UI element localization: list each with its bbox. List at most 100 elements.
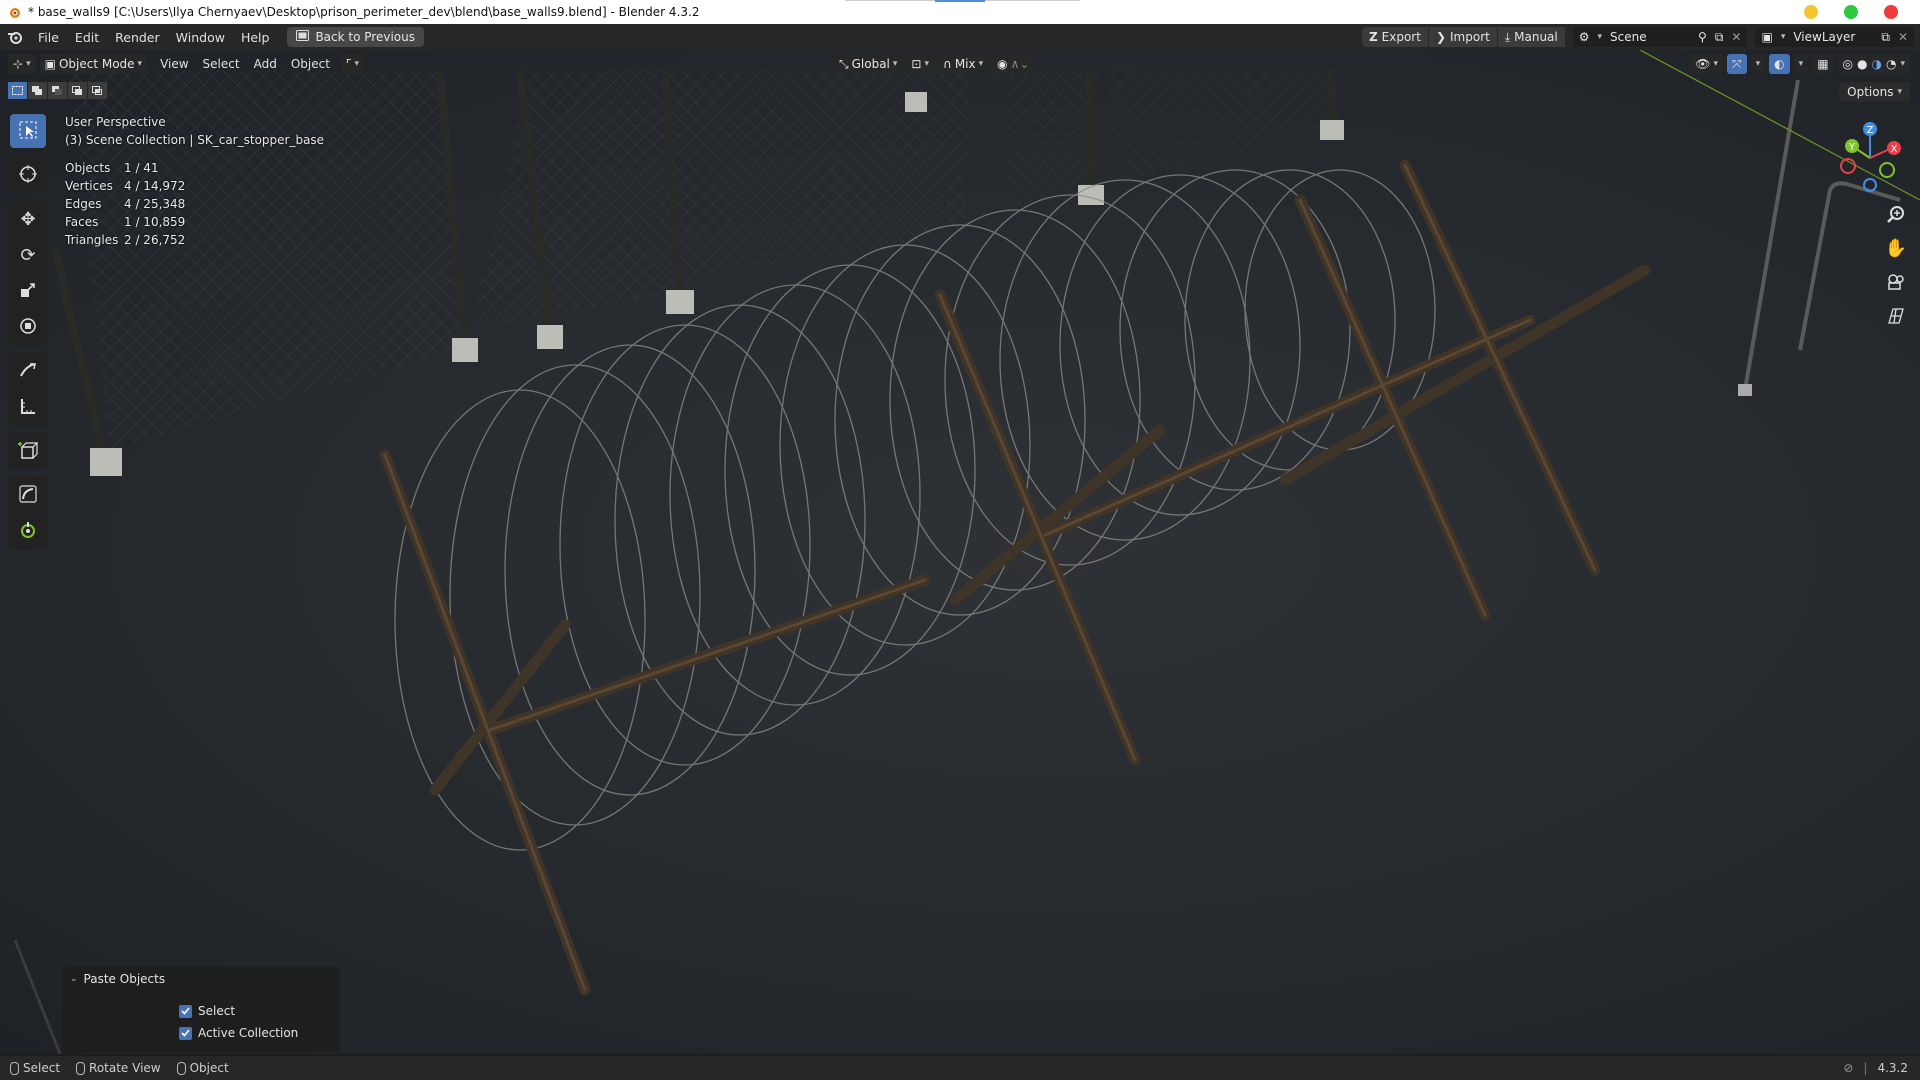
mouse-middle-icon	[76, 1061, 86, 1075]
scale-icon	[19, 281, 37, 302]
tool-shelf: ✥ ⟳	[8, 112, 48, 554]
chevron-down-icon: ▾	[924, 59, 930, 69]
custom-tool-1[interactable]	[10, 478, 46, 512]
new-scene-icon[interactable]: ⧉	[1715, 30, 1724, 45]
status-object-label: Object	[189, 1061, 229, 1075]
orthographic-grid-icon[interactable]	[1882, 302, 1910, 330]
move-tool[interactable]: ✥	[10, 202, 46, 236]
menu-edit[interactable]: Edit	[67, 30, 107, 45]
snap-selector[interactable]: ∩ Mix ▾	[938, 54, 989, 74]
gizmo-toggle[interactable]: ⤧	[1727, 54, 1747, 74]
stat-label: Objects	[65, 161, 111, 175]
select-subtract-icon[interactable]	[48, 82, 67, 99]
ruler-icon	[19, 397, 37, 418]
remove-viewlayer-icon[interactable]: ✕	[1898, 30, 1908, 44]
orientation-icon: ⤡	[839, 56, 849, 71]
select-new-icon[interactable]	[8, 82, 27, 99]
proportional-editing-toggle[interactable]: ◉ ∧⌄	[992, 54, 1035, 74]
chevron-down-icon: ▾	[1597, 32, 1603, 42]
pan-hand-icon[interactable]: ✋	[1882, 234, 1910, 262]
stat-value: 4 / 14,972	[124, 179, 186, 193]
manual-button[interactable]: ⤓ Manual	[1497, 27, 1565, 47]
add-cube-icon	[18, 440, 39, 463]
select-extend-icon[interactable]	[28, 82, 47, 99]
collection-label: (3) Scene Collection | SK_car_stopper_ba…	[65, 133, 325, 147]
export-button[interactable]: Z Export	[1361, 27, 1428, 47]
orientation-selector[interactable]: ⤡ Global ▾	[834, 54, 903, 74]
menu-object[interactable]: Object	[284, 57, 337, 71]
stat-value: 1 / 41	[124, 161, 159, 175]
viewlayer-selector[interactable]: ▣ ▾ ViewLayer ⧉ ✕	[1755, 27, 1914, 47]
menu-view[interactable]: View	[153, 57, 195, 71]
annotate-tool[interactable]	[10, 354, 46, 388]
import-button[interactable]: ❯ Import	[1428, 27, 1497, 47]
menu-select[interactable]: Select	[196, 57, 247, 71]
menu-window[interactable]: Window	[168, 30, 233, 45]
select-box-tool[interactable]	[10, 114, 46, 148]
options-label: Options	[1847, 85, 1894, 99]
editor-type-selector[interactable]: ⊹ ▾	[8, 54, 36, 74]
orientation-label: Global	[851, 57, 890, 71]
new-viewlayer-icon[interactable]: ⧉	[1881, 30, 1890, 45]
select-checkbox[interactable]	[179, 1004, 192, 1018]
rotate-tool[interactable]: ⟳	[10, 238, 46, 272]
rendered-shading-icon[interactable]: ◔	[1886, 57, 1896, 71]
cursor-tool[interactable]	[10, 158, 46, 192]
zoom-icon[interactable]	[1882, 200, 1910, 228]
export-label: Export	[1381, 30, 1421, 44]
menu-file[interactable]: File	[30, 30, 67, 45]
scene-selector[interactable]: ⚙ ▾ Scene ⚲ ⧉ ✕	[1572, 27, 1748, 47]
blender-app-icon	[6, 4, 22, 20]
stat-row: Objects 1 / 41	[65, 159, 324, 177]
version-separator: |	[1863, 1061, 1868, 1075]
paste-objects-panel: ⌄ Paste Objects Select Active Collection	[62, 966, 340, 1052]
chevron-right-icon: ❯	[1435, 30, 1446, 44]
overlay-dropdown[interactable]: ▾	[1793, 54, 1809, 74]
chevron-down-icon: ⌄	[70, 974, 78, 984]
maximize-button[interactable]	[1844, 5, 1858, 19]
measure-tool[interactable]	[10, 390, 46, 424]
material-shading-icon[interactable]: ◑	[1872, 57, 1882, 71]
shading-modes[interactable]: ◎ ● ◑ ◔ ▾	[1837, 54, 1910, 74]
visibility-selector[interactable]: 👁 ▾	[1690, 54, 1724, 74]
add-cube-tool[interactable]	[10, 434, 46, 468]
minimize-button[interactable]	[1804, 5, 1818, 19]
options-dropdown[interactable]: Options ▾	[1839, 82, 1910, 102]
select-difference-icon[interactable]	[68, 82, 87, 99]
select-option[interactable]: Select	[179, 1000, 340, 1022]
active-collection-option[interactable]: Active Collection	[179, 1022, 340, 1044]
back-to-previous-button[interactable]: Back to Previous	[287, 27, 424, 47]
solid-shading-icon[interactable]: ●	[1857, 57, 1867, 71]
pivot-point-selector[interactable]: ⊡ ▾	[906, 54, 935, 74]
gizmo-dropdown[interactable]: ▾	[1750, 54, 1766, 74]
pin-icon[interactable]: ⚲	[1698, 30, 1707, 44]
window-title: * base_walls9 [C:\Users\Ilya Chernyaev\D…	[28, 5, 700, 19]
transform-tool[interactable]	[10, 310, 46, 344]
scale-tool[interactable]	[10, 274, 46, 308]
transform-pivot-selector[interactable]: ⌜ ▾	[340, 54, 365, 74]
close-button[interactable]	[1884, 5, 1898, 19]
blender-logo-icon[interactable]	[0, 30, 30, 44]
gizmo-y-label: Y	[1848, 142, 1856, 153]
wireframe-shading-icon[interactable]: ◎	[1843, 57, 1853, 71]
menu-add[interactable]: Add	[247, 57, 284, 71]
mode-selector[interactable]: ▣ Object Mode ▾	[39, 54, 148, 74]
stat-row: Edges 4 / 25,348	[65, 195, 324, 213]
viewport-header: ⊹ ▾ ▣ Object Mode ▾ View Select Add Objec…	[0, 50, 1920, 78]
menu-render[interactable]: Render	[107, 30, 168, 45]
stat-row: Faces 1 / 10,859	[65, 213, 324, 231]
active-collection-checkbox[interactable]	[179, 1026, 192, 1040]
menu-help[interactable]: Help	[233, 30, 278, 45]
select-intersect-icon[interactable]	[88, 82, 107, 99]
stat-value: 4 / 25,348	[124, 197, 186, 211]
chevron-down-icon: ▾	[1798, 59, 1804, 69]
overlay-toggle[interactable]: ◐	[1769, 54, 1790, 74]
stat-value: 2 / 26,752	[124, 233, 186, 247]
custom-tool-2[interactable]	[10, 514, 46, 548]
paste-objects-header[interactable]: ⌄ Paste Objects	[62, 966, 340, 992]
cursor-arrow-icon	[19, 121, 37, 142]
xray-toggle[interactable]: ▦	[1812, 54, 1834, 74]
navigation-axis-gizmo[interactable]: Z Y X	[1830, 118, 1910, 198]
camera-view-icon[interactable]	[1882, 268, 1910, 296]
remove-scene-icon[interactable]: ✕	[1731, 30, 1741, 44]
